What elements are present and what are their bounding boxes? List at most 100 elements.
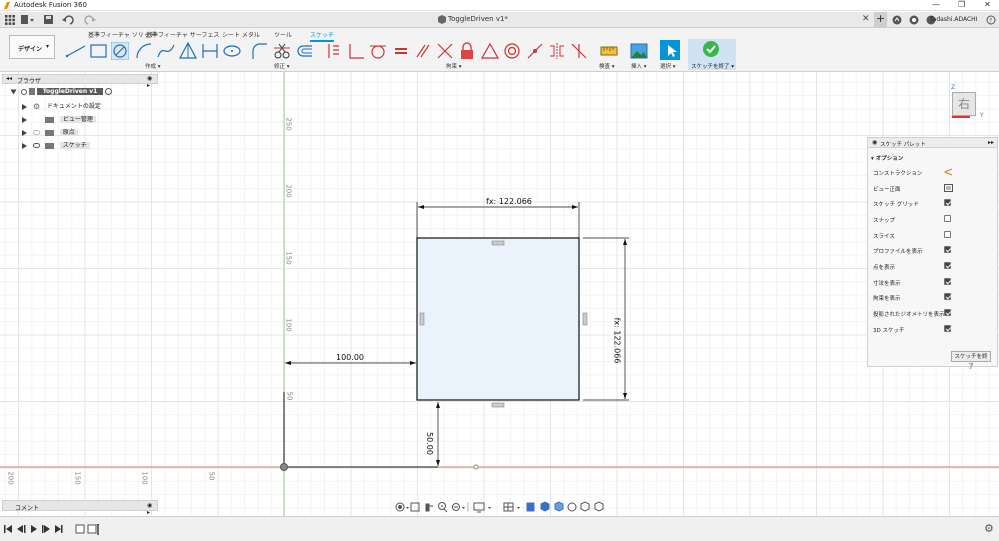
collinear-constraint-icon[interactable]	[436, 42, 454, 60]
workspace-switcher[interactable]: デザイン ▾	[9, 35, 55, 59]
minimize-icon[interactable]: —	[932, 0, 940, 9]
palette-options-icon[interactable]: ◉	[872, 139, 877, 146]
rectangle-tool-icon[interactable]	[90, 43, 108, 59]
polygon-tool-icon[interactable]	[179, 42, 197, 60]
browser-item-document-settings[interactable]: ⚙ ドキュメントの設定	[22, 101, 101, 111]
modify-menu[interactable]: 修正 ▾	[274, 62, 290, 70]
expand-icon[interactable]	[22, 116, 27, 123]
shaded-view-icon[interactable]	[540, 501, 550, 512]
expand-icon[interactable]	[22, 129, 27, 136]
sketch-rectangle[interactable]	[416, 237, 580, 401]
eye-hidden-icon[interactable]	[32, 130, 40, 135]
display-settings-icon[interactable]	[473, 502, 485, 513]
view-cube[interactable]: Z 右 Y	[944, 84, 984, 124]
play-icon[interactable]	[31, 525, 37, 533]
ellipse-tool-icon[interactable]	[223, 42, 241, 60]
sketch-grid-checkbox[interactable]	[944, 199, 951, 206]
comment-panel[interactable]: コメント ◉ ▸	[2, 500, 158, 516]
timeline-marker-icon[interactable]	[96, 524, 100, 535]
show-projected-geometry-checkbox[interactable]	[944, 309, 951, 316]
undo-icon[interactable]	[62, 15, 76, 25]
expand-icon[interactable]	[22, 103, 27, 110]
browser-header[interactable]: ◂◂ ブラウザ ◉ ▸	[2, 74, 158, 89]
expand-icon[interactable]	[22, 142, 27, 149]
visual-style-icon[interactable]	[554, 501, 564, 512]
tab-tools[interactable]: ツール	[274, 30, 292, 39]
show-constraints-checkbox[interactable]	[944, 293, 951, 300]
perpendicular-constraint-icon[interactable]	[347, 42, 365, 60]
tab-surface[interactable]: 基準フィーチャ サーフェス	[146, 30, 219, 39]
help-circle-icon[interactable]: ?	[986, 15, 996, 25]
job-status-icon[interactable]	[892, 15, 902, 25]
go-to-end-icon[interactable]	[55, 525, 63, 533]
close-icon[interactable]: ✕	[984, 0, 991, 9]
select-tool-icon[interactable]	[660, 40, 680, 60]
look-at-icon[interactable]	[944, 183, 953, 192]
browser-root[interactable]: ToggleDriven v1	[10, 88, 113, 98]
step-forward-icon[interactable]	[42, 525, 50, 533]
create-menu[interactable]: 作成 ▾	[145, 62, 161, 70]
slot-tool-icon[interactable]	[201, 42, 219, 60]
dimension-bottom-value[interactable]: 50.00	[425, 432, 434, 455]
slice-checkbox[interactable]	[944, 231, 951, 238]
curvature-constraint-icon[interactable]	[570, 42, 588, 60]
view-cube-face[interactable]: 右	[952, 92, 976, 116]
fix-constraint-icon[interactable]	[458, 42, 476, 60]
grid-settings-icon[interactable]	[503, 502, 514, 512]
fit-icon[interactable]	[452, 503, 460, 511]
offset-tool-icon[interactable]	[296, 42, 314, 60]
browser-options-icon[interactable]: ◉ ▸	[147, 75, 157, 89]
show-dimensions-checkbox[interactable]	[944, 278, 951, 285]
parallel-constraint-icon[interactable]	[414, 42, 432, 60]
circle-tool-icon[interactable]	[111, 42, 129, 60]
save-icon[interactable]	[44, 15, 54, 25]
measure-tool-icon[interactable]	[600, 42, 618, 60]
select-menu[interactable]: 選択 ▾	[660, 62, 676, 70]
close-tab-icon[interactable]: ✕	[862, 14, 870, 24]
constraints-menu[interactable]: 拘束 ▾	[446, 62, 462, 70]
browser-item-sketches[interactable]: スケッチ	[22, 140, 90, 150]
insert-menu[interactable]: 挿入 ▾	[631, 62, 647, 70]
midpoint-constraint-icon[interactable]	[481, 42, 499, 60]
arc-tool-icon[interactable]	[135, 42, 153, 60]
dimension-top-value[interactable]: fx: 122.066	[486, 197, 532, 206]
pan-icon[interactable]	[425, 503, 433, 512]
notifications-icon[interactable]	[909, 15, 919, 25]
show-profile-checkbox[interactable]	[944, 246, 951, 253]
construction-icon[interactable]	[944, 168, 953, 176]
origin-point[interactable]	[280, 463, 288, 471]
snap-checkbox[interactable]	[944, 215, 951, 222]
symmetry-constraint-icon[interactable]	[548, 42, 566, 60]
finish-sketch-button[interactable]: スケッチを終了 ▾	[688, 39, 736, 70]
browser-item-origin[interactable]: 原点	[22, 127, 78, 137]
collapse-icon[interactable]: ◂◂	[6, 75, 12, 82]
apps-grid-icon[interactable]	[5, 15, 15, 25]
dimension-left-value[interactable]: 100.00	[336, 353, 364, 362]
viewports-icon[interactable]	[526, 502, 535, 512]
comment-options-icon[interactable]: ◉ ▸	[147, 502, 157, 516]
insert-image-icon[interactable]	[630, 42, 648, 60]
sketch-point[interactable]	[473, 464, 479, 470]
eye-icon[interactable]	[32, 143, 40, 148]
equal-constraint-icon[interactable]	[392, 42, 410, 60]
timeline-settings-gear-icon[interactable]: ⚙	[984, 522, 994, 535]
user-name[interactable]: Tadashi.ADACHI	[930, 16, 977, 23]
tab-sheet-metal[interactable]: シート メタル	[222, 30, 260, 39]
timeline-sketch-feature-icon[interactable]	[75, 524, 97, 534]
3d-sketch-checkbox[interactable]	[944, 325, 951, 332]
document-tab[interactable]: ToggleDriven v1*	[448, 15, 508, 23]
step-back-icon[interactable]	[17, 525, 26, 533]
coincident-constraint-icon[interactable]	[325, 42, 343, 60]
root-component-label[interactable]: ToggleDriven v1	[36, 88, 104, 95]
look-at-icon[interactable]	[410, 502, 420, 512]
fillet-tool-icon[interactable]	[250, 42, 268, 60]
environment-icon[interactable]	[567, 502, 577, 512]
effects-icon[interactable]	[580, 501, 590, 512]
file-menu-icon[interactable]	[21, 15, 35, 25]
object-visibility-icon[interactable]	[594, 501, 604, 512]
activate-radio-icon[interactable]	[105, 88, 113, 95]
palette-finish-sketch-button[interactable]: スケッチを終了	[951, 351, 991, 370]
browser-item-named-views[interactable]: ビュー管理	[22, 114, 96, 124]
tab-sketch[interactable]: スケッチ	[310, 30, 335, 42]
show-points-checkbox[interactable]	[944, 262, 951, 269]
